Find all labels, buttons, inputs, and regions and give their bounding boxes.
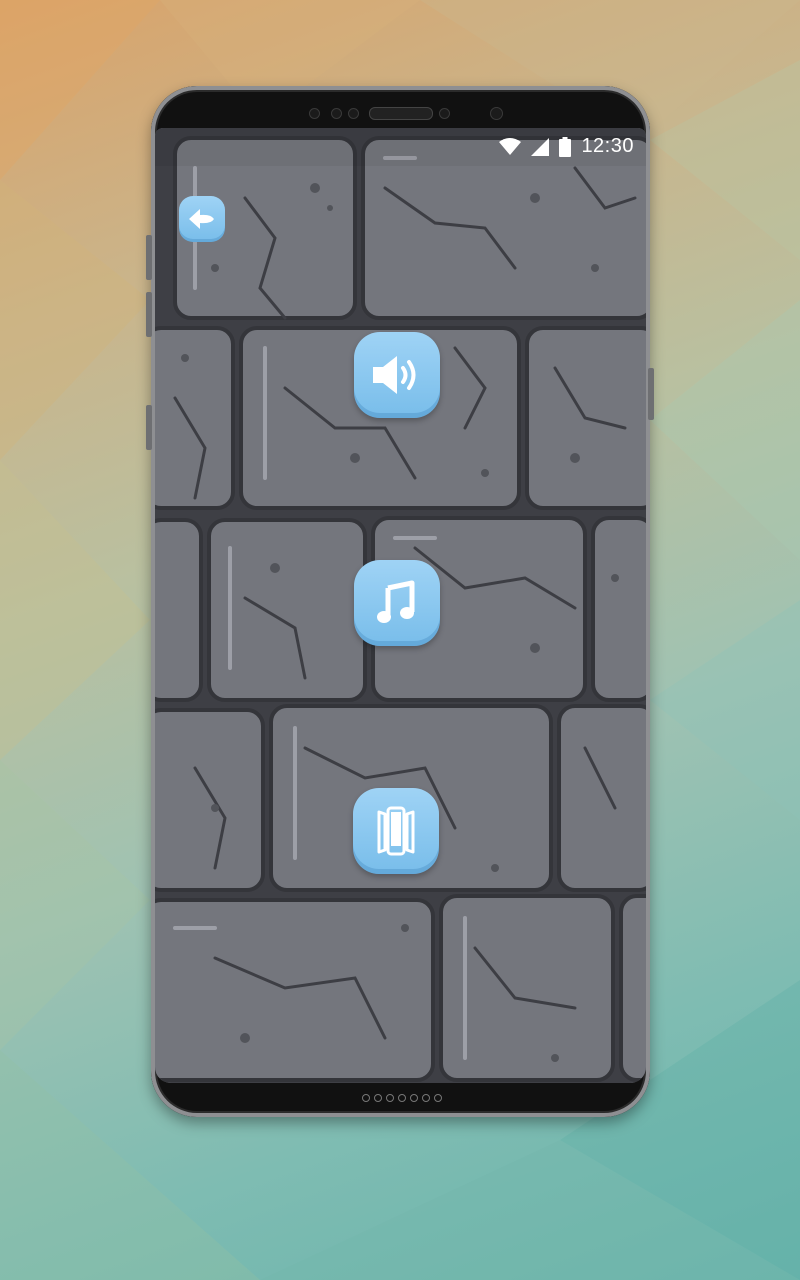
signal-icon <box>531 137 550 156</box>
music-note-icon <box>377 580 415 623</box>
volume-icon <box>373 356 416 394</box>
phone-power-button <box>648 368 654 420</box>
sensor-dot <box>439 108 450 119</box>
app-screen: 12:30 <box>155 128 646 1083</box>
phone-side-button <box>146 405 152 450</box>
sensor-dot <box>309 108 320 119</box>
vibration-icon <box>377 806 415 856</box>
back-arrow-icon <box>189 209 214 229</box>
front-camera <box>490 107 503 120</box>
music-button[interactable] <box>354 560 440 646</box>
phone-side-button <box>146 292 152 337</box>
vibration-button[interactable] <box>353 788 439 874</box>
status-bar: 12:30 <box>155 128 646 166</box>
sound-button[interactable] <box>354 332 440 418</box>
back-button[interactable] <box>179 196 225 242</box>
battery-icon <box>559 136 572 157</box>
earpiece-speaker <box>369 107 433 120</box>
sensor-dot <box>348 108 359 119</box>
phone-bottom-speaker <box>362 1094 442 1102</box>
wifi-icon <box>499 137 522 155</box>
phone-top-bezel <box>151 86 650 132</box>
status-time: 12:30 <box>581 135 634 157</box>
sensor-dot <box>331 108 342 119</box>
phone-side-button <box>146 235 152 280</box>
